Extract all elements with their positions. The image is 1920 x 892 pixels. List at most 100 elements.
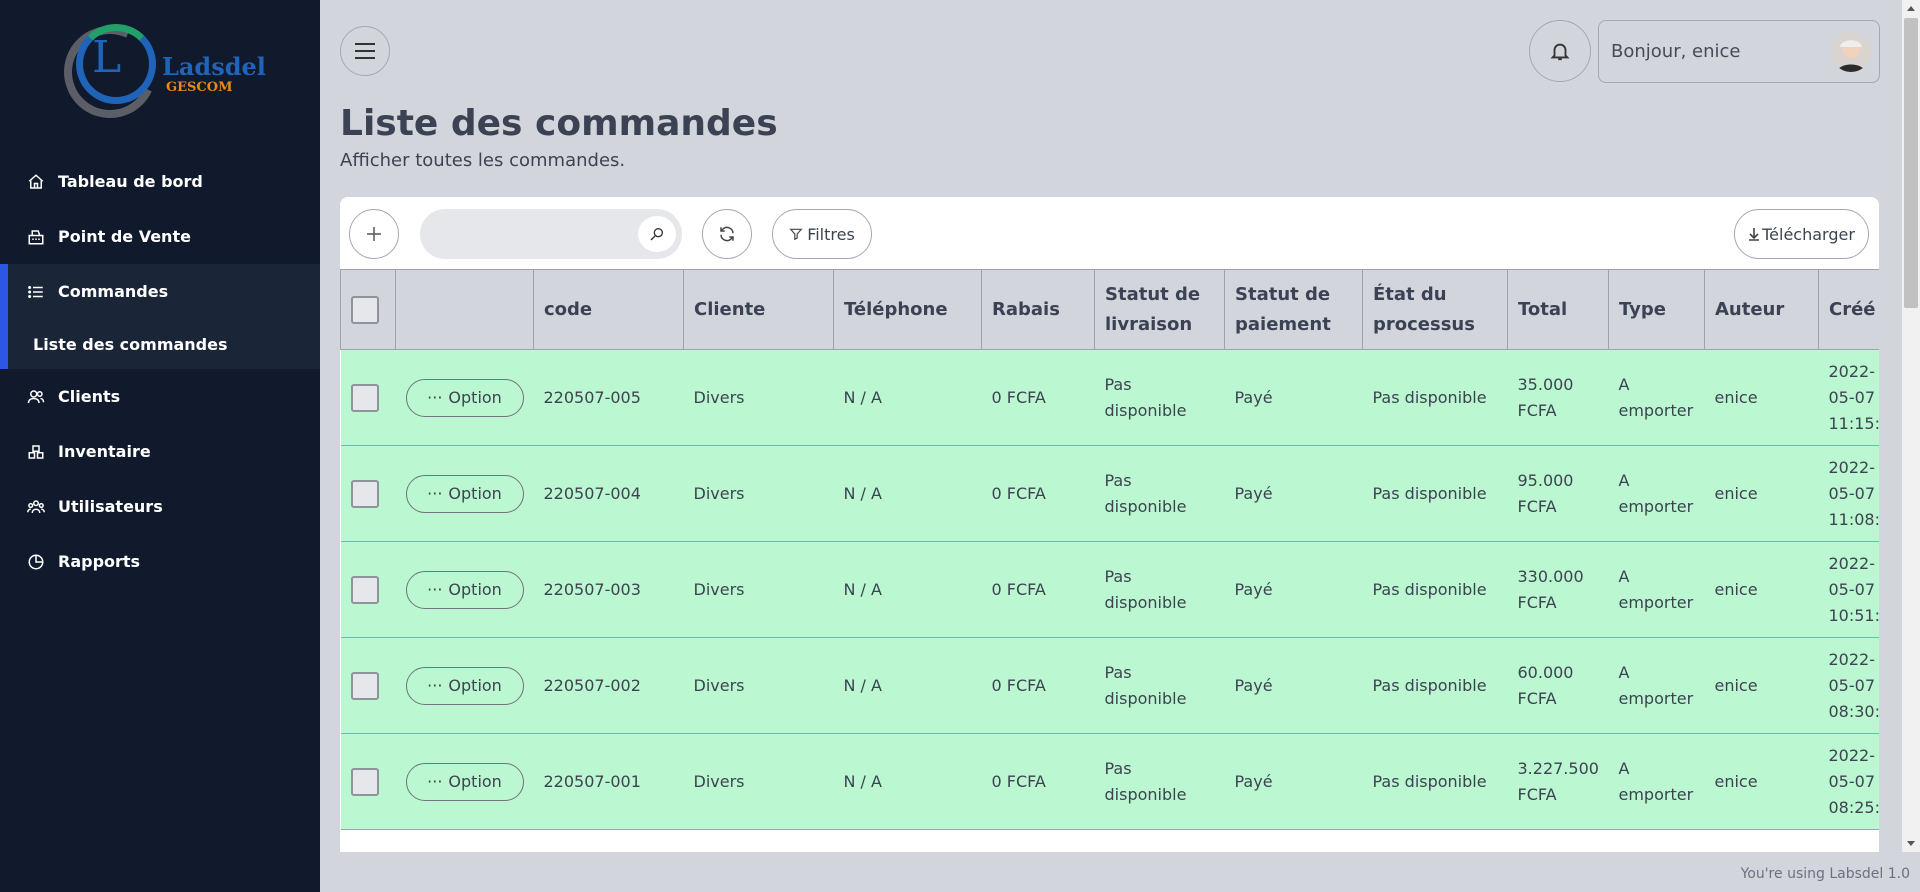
sidebar-item-label: Clients — [58, 387, 121, 406]
row-select-cell — [340, 349, 396, 446]
header-auteur[interactable]: Auteur — [1704, 269, 1819, 350]
header-code[interactable]: code — [533, 269, 684, 350]
filters-button[interactable]: Filtres — [772, 209, 872, 259]
download-button[interactable]: Télécharger — [1734, 209, 1869, 259]
header-statut-paiement[interactable]: Statut de paiement — [1224, 269, 1363, 350]
cell-rabais: 0 FCFA — [981, 541, 1095, 638]
row-option-button[interactable]: ··· Option — [405, 666, 524, 705]
search-icon — [650, 228, 663, 241]
cell-cree-a: 2022-05-07 11:15:12 — [1818, 349, 1879, 446]
add-order-button[interactable] — [349, 209, 399, 259]
user-menu[interactable]: Bonjour, enice — [1598, 20, 1880, 83]
cell-code: 220507-004 — [533, 445, 684, 542]
cell-auteur: enice — [1704, 349, 1819, 446]
cell-statut-livraison: Pas disponible — [1094, 349, 1225, 446]
cell-cliente: Divers — [683, 733, 834, 830]
cell-cliente: Divers — [683, 541, 834, 638]
header-cree-a[interactable]: Créé à — [1818, 269, 1879, 350]
cell-cliente: Divers — [683, 445, 834, 542]
table-row[interactable]: ··· Option 220507-005 Divers N / A 0 FCFA… — [340, 349, 1879, 446]
sidebar-item-label: Point de Vente — [58, 227, 191, 246]
page-scrollbar[interactable] — [1902, 0, 1920, 852]
cell-statut-livraison: Pas disponible — [1094, 637, 1225, 734]
sidebar-item-commandes[interactable]: Commandes — [0, 264, 320, 319]
cell-total: 35.000 FCFA — [1507, 349, 1609, 446]
sidebar-item-rapports[interactable]: Rapports — [0, 534, 320, 589]
ellipsis-icon: ··· — [427, 387, 443, 407]
download-label: Télécharger — [1762, 224, 1855, 244]
header-telephone[interactable]: Téléphone — [833, 269, 982, 350]
sidebar-subitem-liste-des-commandes[interactable]: Liste des commandes — [0, 319, 320, 369]
sidebar: L Ladsdel GESCOM Tableau de bord Point d… — [0, 0, 320, 892]
row-option-button[interactable]: ··· Option — [405, 378, 524, 417]
table-row[interactable]: ··· Option 220507-004 Divers N / A 0 FCFA… — [340, 445, 1879, 542]
row-checkbox[interactable] — [350, 479, 379, 508]
scroll-down-arrow-icon[interactable] — [1907, 841, 1915, 846]
sidebar-item-label: Rapports — [58, 552, 141, 571]
select-all-checkbox[interactable] — [351, 295, 379, 324]
header-rabais[interactable]: Rabais — [981, 269, 1095, 350]
row-option-button[interactable]: ··· Option — [405, 474, 524, 513]
brand-logo[interactable]: L Ladsdel GESCOM — [51, 13, 272, 132]
option-label: Option — [448, 387, 502, 407]
row-select-cell — [340, 445, 396, 542]
table-row[interactable]: ··· Option 220507-002 Divers N / A 0 FCFA… — [340, 637, 1879, 734]
scrollbar-thumb[interactable] — [1904, 18, 1918, 308]
header-type[interactable]: Type — [1608, 269, 1705, 350]
sidebar-item-point-de-vente[interactable]: Point de Vente — [0, 209, 320, 264]
cell-type: A emporter — [1608, 349, 1705, 446]
cell-cree-a: 2022-05-07 10:51:24 — [1818, 541, 1879, 638]
orders-table: code Cliente Téléphone Rabais Statut de … — [340, 269, 1879, 830]
cell-statut-paiement: Payé — [1224, 445, 1363, 542]
cell-cree-a: 2022-05-07 08:30:17 — [1818, 637, 1879, 734]
sidebar-item-clients[interactable]: Clients — [0, 369, 320, 424]
row-checkbox[interactable] — [350, 383, 379, 412]
page-title: Liste des commandes — [340, 103, 778, 144]
cell-cree-a: 2022-05-07 11:08:16 — [1818, 445, 1879, 542]
sidebar-item-utilisateurs[interactable]: Utilisateurs — [0, 479, 320, 534]
cell-telephone: N / A — [833, 637, 982, 734]
row-select-cell — [340, 733, 396, 830]
row-checkbox[interactable] — [350, 767, 379, 796]
search-input[interactable] — [434, 217, 628, 253]
table-row[interactable]: ··· Option 220507-003 Divers N / A 0 FCFA… — [340, 541, 1879, 638]
plus-icon — [367, 227, 381, 241]
cell-code: 220507-001 — [533, 733, 684, 830]
cell-etat-processus: Pas disponible — [1362, 733, 1508, 830]
header-total[interactable]: Total — [1507, 269, 1609, 350]
users-icon — [26, 387, 46, 407]
scroll-up-arrow-icon[interactable] — [1907, 6, 1915, 11]
cell-etat-processus: Pas disponible — [1362, 349, 1508, 446]
notifications-button[interactable] — [1529, 20, 1591, 82]
header-cliente[interactable]: Cliente — [683, 269, 834, 350]
hamburger-icon — [355, 43, 375, 59]
cell-cliente: Divers — [683, 349, 834, 446]
filters-label: Filtres — [807, 224, 855, 244]
header-etat-processus[interactable]: État du processus — [1362, 269, 1508, 350]
menu-toggle-button[interactable] — [340, 26, 390, 76]
option-label: Option — [448, 771, 502, 791]
logo-letter: L — [92, 32, 122, 83]
cell-statut-livraison: Pas disponible — [1094, 445, 1225, 542]
row-option-button[interactable]: ··· Option — [405, 762, 524, 801]
cell-auteur: enice — [1704, 541, 1819, 638]
cell-telephone: N / A — [833, 349, 982, 446]
table-row[interactable]: ··· Option 220507-001 Divers N / A 0 FCFA… — [340, 733, 1879, 830]
page-subtitle: Afficher toutes les commandes. — [340, 150, 626, 171]
sidebar-item-tableau-de-bord[interactable]: Tableau de bord — [0, 154, 320, 209]
sidebar-item-inventaire[interactable]: Inventaire — [0, 424, 320, 479]
row-checkbox[interactable] — [350, 671, 379, 700]
sidebar-item-label: Utilisateurs — [58, 497, 163, 516]
header-statut-livraison[interactable]: Statut de livraison — [1094, 269, 1225, 350]
row-select-cell — [340, 541, 396, 638]
cell-statut-paiement: Payé — [1224, 733, 1363, 830]
table-header-row: code Cliente Téléphone Rabais Statut de … — [340, 269, 1879, 350]
refresh-button[interactable] — [702, 209, 752, 259]
option-label: Option — [448, 483, 502, 503]
row-option-button[interactable]: ··· Option — [405, 570, 524, 609]
search-button[interactable] — [638, 216, 676, 252]
footer-version: You're using Labsdel 1.0 — [1740, 866, 1910, 882]
filter-icon — [789, 228, 803, 241]
cell-code: 220507-005 — [533, 349, 684, 446]
row-checkbox[interactable] — [350, 575, 379, 604]
